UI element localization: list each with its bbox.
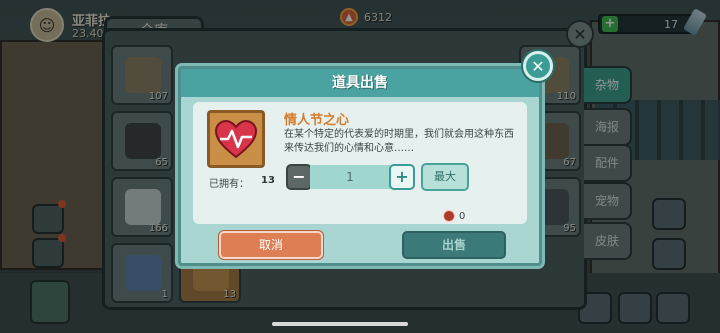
sell-price: 0	[443, 210, 465, 222]
sell-dialog: 道具出售 已拥有： 13 情人节之心 在某个特定的代表爱的时期里，我们就会用这种…	[178, 66, 542, 266]
item-frame	[207, 110, 265, 168]
quantity-field[interactable]: 1	[310, 165, 390, 189]
dialog-title: 道具出售	[181, 69, 539, 97]
item-description: 在某个特定的代表爱的时期里，我们就会用这种东西来传达我们的心情和心意……	[284, 129, 514, 154]
max-quantity-button[interactable]: 最大	[421, 163, 469, 191]
heart-item-icon	[214, 119, 258, 159]
owned-label: 已拥有：	[209, 179, 249, 190]
dialog-close-button[interactable]: ✕	[523, 51, 553, 81]
owned-value: 13	[261, 175, 275, 186]
coin-icon	[443, 210, 455, 222]
sell-button[interactable]: 出售	[402, 231, 506, 259]
item-name: 情人节之心	[284, 113, 350, 128]
quantity-plus-button[interactable]: +	[389, 164, 415, 190]
quantity-minus-button[interactable]: −	[286, 164, 312, 190]
price-value: 0	[459, 210, 466, 222]
home-indicator[interactable]	[272, 322, 408, 326]
cancel-button[interactable]: 取消	[219, 231, 323, 259]
dialog-content: 已拥有： 13 情人节之心 在某个特定的代表爱的时期里，我们就会用这种东西来传达…	[193, 102, 527, 224]
